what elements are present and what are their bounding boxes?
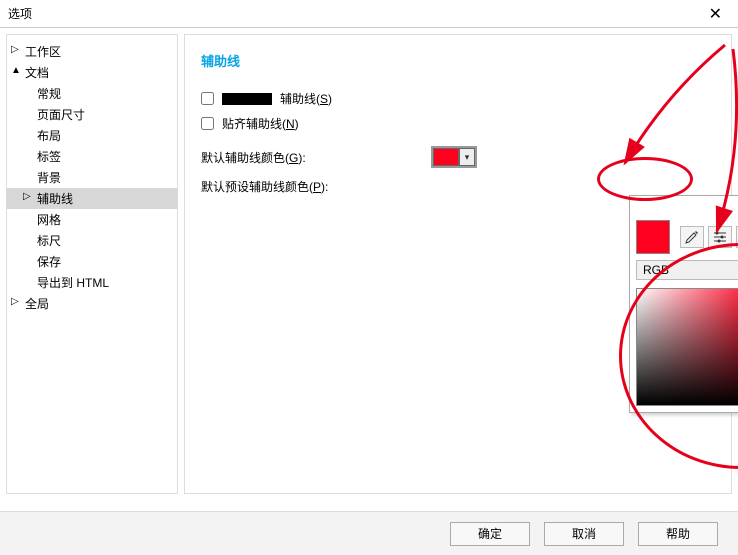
tree-guides[interactable]: ▷辅助线 — [7, 188, 177, 209]
mode-value: RGB — [643, 263, 669, 277]
tree-pagesize[interactable]: 页面尺寸 — [7, 104, 177, 125]
tree-label: 导出到 HTML — [37, 276, 109, 290]
color-mode-select[interactable]: RGB — [636, 260, 738, 280]
sv-gradient[interactable] — [636, 288, 738, 406]
tree-label: 标签 — [37, 150, 61, 164]
color-swatch — [433, 148, 459, 166]
tree-global[interactable]: ▷全局 — [7, 293, 177, 314]
tree-general[interactable]: 常规 — [7, 83, 177, 104]
eyedropper-icon[interactable] — [680, 226, 704, 248]
current-color-swatch — [636, 220, 670, 254]
tree-label: 工作区 — [25, 45, 61, 59]
tree-grid[interactable]: 网格 — [7, 209, 177, 230]
tree-label: 标尺 — [37, 234, 61, 248]
content-panel: 辅助线 辅助线(S) 贴齐辅助线(N) 默认辅助线颜色(G): 默认预设辅助线颜… — [184, 34, 732, 494]
redacted-text — [222, 93, 272, 105]
section-title: 辅助线 — [201, 51, 715, 70]
snap-guides-checkbox[interactable] — [201, 117, 214, 130]
tree-label: 布局 — [37, 129, 61, 143]
tree-label: 辅助线 — [37, 192, 73, 206]
snap-guides-label: 贴齐辅助线(N) — [222, 115, 299, 132]
show-guides-label: 辅助线(S) — [280, 90, 332, 107]
tree-workspace[interactable]: ▷工作区 — [7, 41, 177, 62]
tree-label: 保存 — [37, 255, 61, 269]
dialog-footer: 确定 取消 帮助 — [0, 511, 738, 555]
cancel-button[interactable]: 取消 — [544, 522, 624, 546]
ok-button[interactable]: 确定 — [450, 522, 530, 546]
tree-layout[interactable]: 布局 — [7, 125, 177, 146]
tree-label: 页面尺寸 — [37, 108, 85, 122]
tree-label: 文档 — [25, 66, 49, 80]
tree-label: 网格 — [37, 213, 61, 227]
tree-ruler[interactable]: 标尺 — [7, 230, 177, 251]
tree-document[interactable]: ▲文档 — [7, 62, 177, 83]
window-title: 选项 — [8, 5, 32, 22]
default-color-label: 默认辅助线颜色(G): — [201, 149, 431, 166]
close-icon[interactable]: ✕ — [701, 4, 730, 24]
tree-background[interactable]: 背景 — [7, 167, 177, 188]
nav-tree: ▷工作区 ▲文档 常规 页面尺寸 布局 标签 背景 ▷辅助线 网格 标尺 保存 … — [6, 34, 178, 494]
tree-export-html[interactable]: 导出到 HTML — [7, 272, 177, 293]
color-picker-popup: ✕ RGB R G B — [629, 195, 738, 413]
tree-label: 全局 — [25, 297, 49, 311]
tree-labels[interactable]: 标签 — [7, 146, 177, 167]
show-guides-checkbox[interactable] — [201, 92, 214, 105]
tree-label: 背景 — [37, 171, 61, 185]
tree-save[interactable]: 保存 — [7, 251, 177, 272]
help-button[interactable]: 帮助 — [638, 522, 718, 546]
default-color-picker[interactable] — [431, 146, 477, 168]
preset-color-label: 默认预设辅助线颜色(P): — [201, 178, 431, 195]
chevron-down-icon[interactable] — [459, 148, 475, 166]
sliders-icon[interactable] — [708, 226, 732, 248]
tree-label: 常规 — [37, 87, 61, 101]
